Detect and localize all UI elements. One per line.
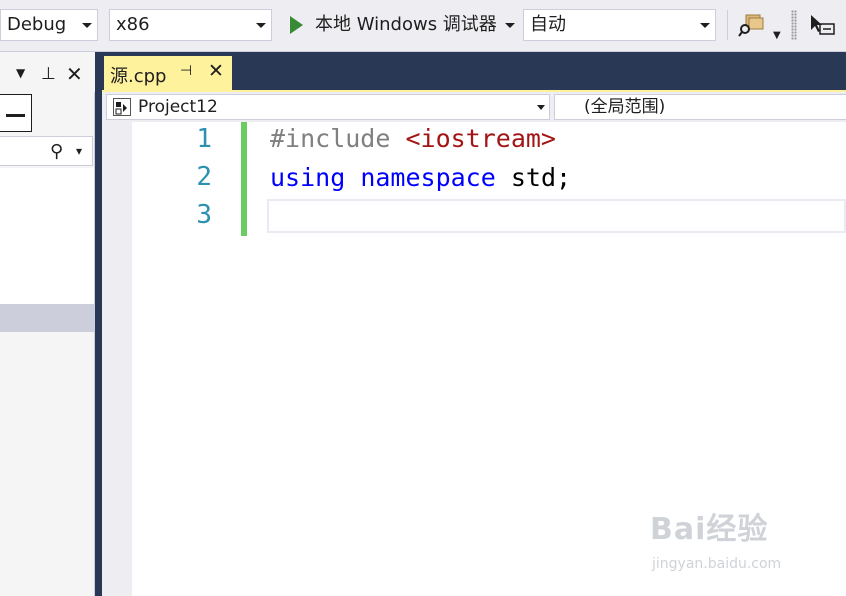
chevron-down-icon	[700, 23, 710, 28]
chevron-down-icon	[82, 23, 92, 28]
find-in-files-icon[interactable]	[738, 12, 764, 38]
watermark-brand: Bai经验	[650, 512, 769, 547]
chevron-down-icon	[256, 23, 266, 28]
close-icon[interactable]: ✕	[66, 62, 83, 86]
keyword-token: namespace	[360, 163, 496, 192]
play-icon	[290, 16, 303, 34]
line-number: 1	[196, 124, 212, 154]
toolbar-grip[interactable]	[791, 10, 797, 40]
pin-icon[interactable]: ⊥	[41, 64, 56, 84]
navigation-bar: Project12 (全局范围)	[102, 90, 846, 122]
debug-target-value: 自动	[530, 14, 566, 35]
main-toolbar: Debug x86 本地 Windows 调试器 自动 ▼	[0, 0, 846, 52]
toolbar-overflow-icon[interactable]: ▼	[773, 30, 781, 41]
code-line[interactable]: using namespace std;	[270, 163, 571, 192]
start-debugging-button[interactable]: 本地 Windows 调试器	[286, 9, 516, 41]
debug-target-dropdown[interactable]: 自动	[523, 9, 716, 41]
chevron-down-icon[interactable]: ▾	[76, 144, 82, 158]
close-icon[interactable]: ✕	[208, 60, 224, 82]
preprocessor-token: #include	[270, 124, 406, 153]
scope-dropdown[interactable]: (全局范围)	[554, 94, 846, 120]
tool-window-titlebar: ▼ ⊥ ✕	[0, 52, 95, 92]
change-tracking-bar	[241, 122, 247, 236]
search-icon: ⚲	[50, 141, 64, 162]
watermark-url: jingyan.baidu.com	[652, 556, 782, 572]
panel-background	[0, 332, 94, 596]
project-name: Project12	[138, 97, 218, 117]
window-menu-icon[interactable]: ▼	[16, 66, 25, 80]
project-icon	[113, 98, 131, 116]
solution-platform-dropdown[interactable]: x86	[109, 9, 272, 41]
tab-filename: 源.cpp	[110, 66, 167, 87]
solution-platform-value: x86	[116, 14, 150, 35]
line-number: 3	[196, 200, 212, 230]
chevron-down-icon[interactable]	[505, 23, 515, 28]
header-token: <iostream>	[405, 124, 556, 153]
step-into-icon[interactable]	[806, 12, 835, 38]
scope-value: (全局范围)	[584, 97, 666, 117]
collapse-all-button[interactable]	[0, 94, 32, 132]
collapse-icon	[6, 114, 25, 117]
selection-margin[interactable]	[102, 122, 132, 596]
line-number: 2	[196, 162, 212, 192]
start-debugging-label: 本地 Windows 调试器	[315, 14, 497, 35]
code-line[interactable]: #include <iostream>	[270, 124, 556, 153]
solution-explorer-panel: ▼ ⊥ ✕ ⚲ ▾	[0, 52, 95, 596]
watermark: Bai经验 jingyan.baidu.com	[650, 504, 781, 572]
solution-tree[interactable]	[0, 168, 94, 304]
chevron-down-icon	[537, 105, 545, 110]
document-tab[interactable]: 源.cpp ⊣ ✕	[104, 56, 232, 90]
solution-config-dropdown[interactable]: Debug	[0, 9, 98, 41]
solution-config-value: Debug	[7, 14, 67, 35]
pin-icon[interactable]: ⊣	[180, 63, 192, 79]
keyword-token: using	[270, 163, 346, 192]
solution-search-input[interactable]: ⚲ ▾	[0, 136, 93, 166]
toolbar-separator	[727, 10, 728, 40]
selected-tree-item[interactable]	[0, 304, 94, 332]
code-token: std;	[495, 163, 572, 192]
current-line-highlight	[267, 199, 846, 233]
project-dropdown[interactable]: Project12	[106, 94, 550, 120]
